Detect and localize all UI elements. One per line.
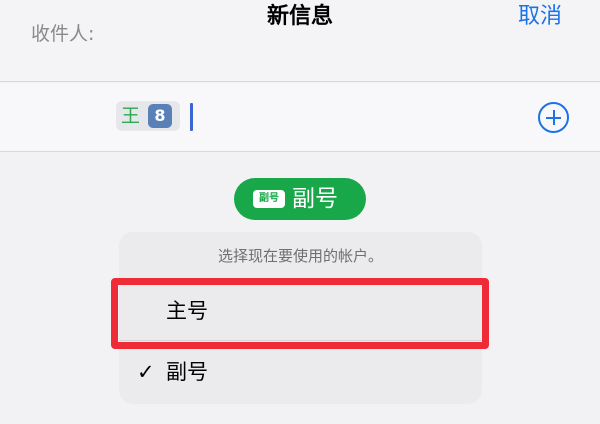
checkmark-icon: ✓: [137, 360, 155, 384]
recipient-label: 收件人:: [31, 23, 95, 45]
recipient-chip-number-badge: 8: [148, 104, 172, 128]
text-cursor: [190, 103, 193, 131]
account-selector-label: 副号: [292, 186, 338, 212]
menu-item-secondary-label: 副号: [166, 360, 208, 384]
plus-circle-icon[interactable]: [538, 102, 569, 133]
account-menu-header: 选择现在要使用的帐户。: [217, 247, 383, 265]
recipient-row[interactable]: [0, 83, 600, 152]
account-badge-icon: 副号: [253, 190, 285, 208]
recipient-chip-name: 王: [121, 105, 141, 127]
cancel-button[interactable]: 取消: [518, 0, 562, 34]
highlight-box: [111, 278, 489, 349]
